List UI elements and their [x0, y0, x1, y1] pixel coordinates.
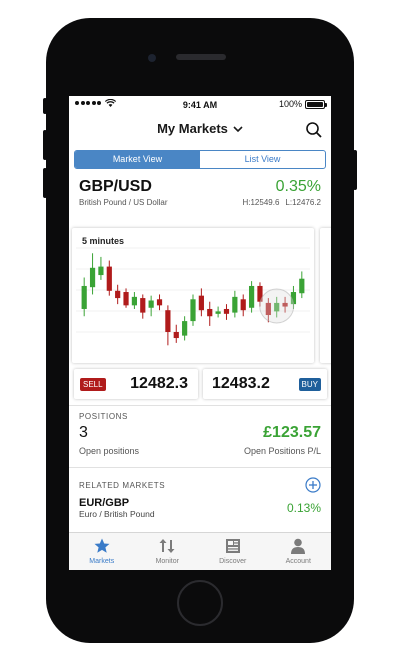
candle [115, 290, 121, 299]
candle [173, 331, 179, 339]
positions-count[interactable]: 3 [79, 424, 88, 442]
candle [123, 292, 129, 306]
related-pair: EUR/GBP [79, 497, 130, 509]
candle [131, 296, 138, 306]
candle [299, 278, 305, 294]
related-change: 0.13% [286, 501, 321, 515]
front-camera [148, 54, 156, 62]
sell-button[interactable]: SELL 12482.3 [74, 369, 198, 399]
market-high: H:12549.6 [242, 198, 280, 207]
sell-tag: SELL [80, 378, 106, 391]
candle [232, 296, 238, 313]
candle [190, 299, 196, 322]
star-icon [94, 538, 110, 553]
market-high-low: H:12549.6 L:12476.2 [236, 198, 321, 207]
tab-account[interactable]: Account [266, 533, 332, 570]
candle [207, 308, 213, 317]
person-icon [291, 538, 306, 554]
candle [81, 285, 87, 309]
tab-label: Monitor [155, 558, 179, 565]
price-chart-card[interactable]: 5 minutes [72, 228, 314, 363]
tab-label: Account [285, 558, 311, 565]
candle [89, 267, 96, 288]
search-icon[interactable] [305, 121, 323, 139]
candle [156, 299, 163, 306]
app-screen: 9:41 AM 100% My Markets Market View List… [69, 96, 331, 570]
power-button [353, 150, 357, 190]
market-description: British Pound / US Dollar [79, 198, 168, 207]
candle [140, 298, 146, 313]
newspaper-icon [225, 539, 240, 553]
candle [148, 300, 154, 308]
related-description: Euro / British Pound [79, 509, 155, 519]
buy-price: 12483.2 [212, 375, 270, 392]
home-button[interactable] [177, 580, 223, 626]
status-bar: 9:41 AM 100% [69, 96, 331, 114]
buy-tag: BUY [298, 378, 321, 391]
tab-label: Markets [89, 558, 115, 565]
candle [215, 311, 221, 314]
buy-button[interactable]: 12483.2 BUY [203, 369, 327, 399]
touch-indicator [259, 288, 295, 324]
mute-switch [43, 98, 47, 114]
candle [98, 266, 104, 276]
market-list-dropdown[interactable]: My Markets [69, 121, 331, 136]
volume-up-button [43, 130, 47, 160]
candle [182, 321, 188, 336]
positions-pl[interactable]: £123.57 [263, 424, 321, 442]
divider [69, 467, 331, 468]
positions-pl-label: Open Positions P/L [243, 446, 321, 456]
candle [223, 308, 230, 314]
candle [165, 310, 171, 332]
arrows-updown-icon [159, 539, 175, 553]
view-toggle: Market View List View [74, 150, 326, 169]
chevron-down-icon [233, 126, 243, 133]
chart-timeframe[interactable]: 5 minutes [82, 236, 124, 246]
candle [198, 295, 204, 311]
divider [69, 405, 331, 406]
battery-indicator: 100% [278, 99, 327, 109]
sell-price: 12482.3 [130, 375, 188, 392]
tab-markets[interactable]: Markets [69, 533, 135, 570]
add-circle-icon[interactable] [305, 477, 321, 493]
candlestick-chart[interactable] [72, 228, 314, 363]
page-title: My Markets [157, 121, 228, 136]
battery-fill [307, 101, 323, 107]
battery-icon [305, 99, 327, 109]
positions-count-label: Open positions [79, 446, 140, 456]
market-low: L:12476.2 [285, 198, 321, 207]
market-change: 0.35% [275, 178, 321, 195]
tab-market-view[interactable]: Market View [75, 151, 200, 168]
candle [240, 299, 246, 311]
volume-down-button [43, 168, 47, 198]
earpiece-speaker [176, 54, 226, 60]
candle [106, 266, 112, 291]
tab-monitor[interactable]: Monitor [135, 533, 201, 570]
tab-list-view[interactable]: List View [200, 151, 325, 168]
market-pair[interactable]: GBP/USD [79, 178, 152, 196]
tab-label: Discover [219, 558, 247, 565]
next-chart-card[interactable] [320, 228, 331, 363]
candle [248, 285, 255, 308]
battery-percent: 100% [278, 99, 302, 109]
tab-bar: Markets Monitor Discover Account [69, 532, 331, 570]
related-heading: RELATED MARKETS [79, 481, 166, 490]
tab-discover[interactable]: Discover [200, 533, 266, 570]
app-header: My Markets [69, 118, 331, 142]
positions-heading: POSITIONS [79, 412, 128, 421]
